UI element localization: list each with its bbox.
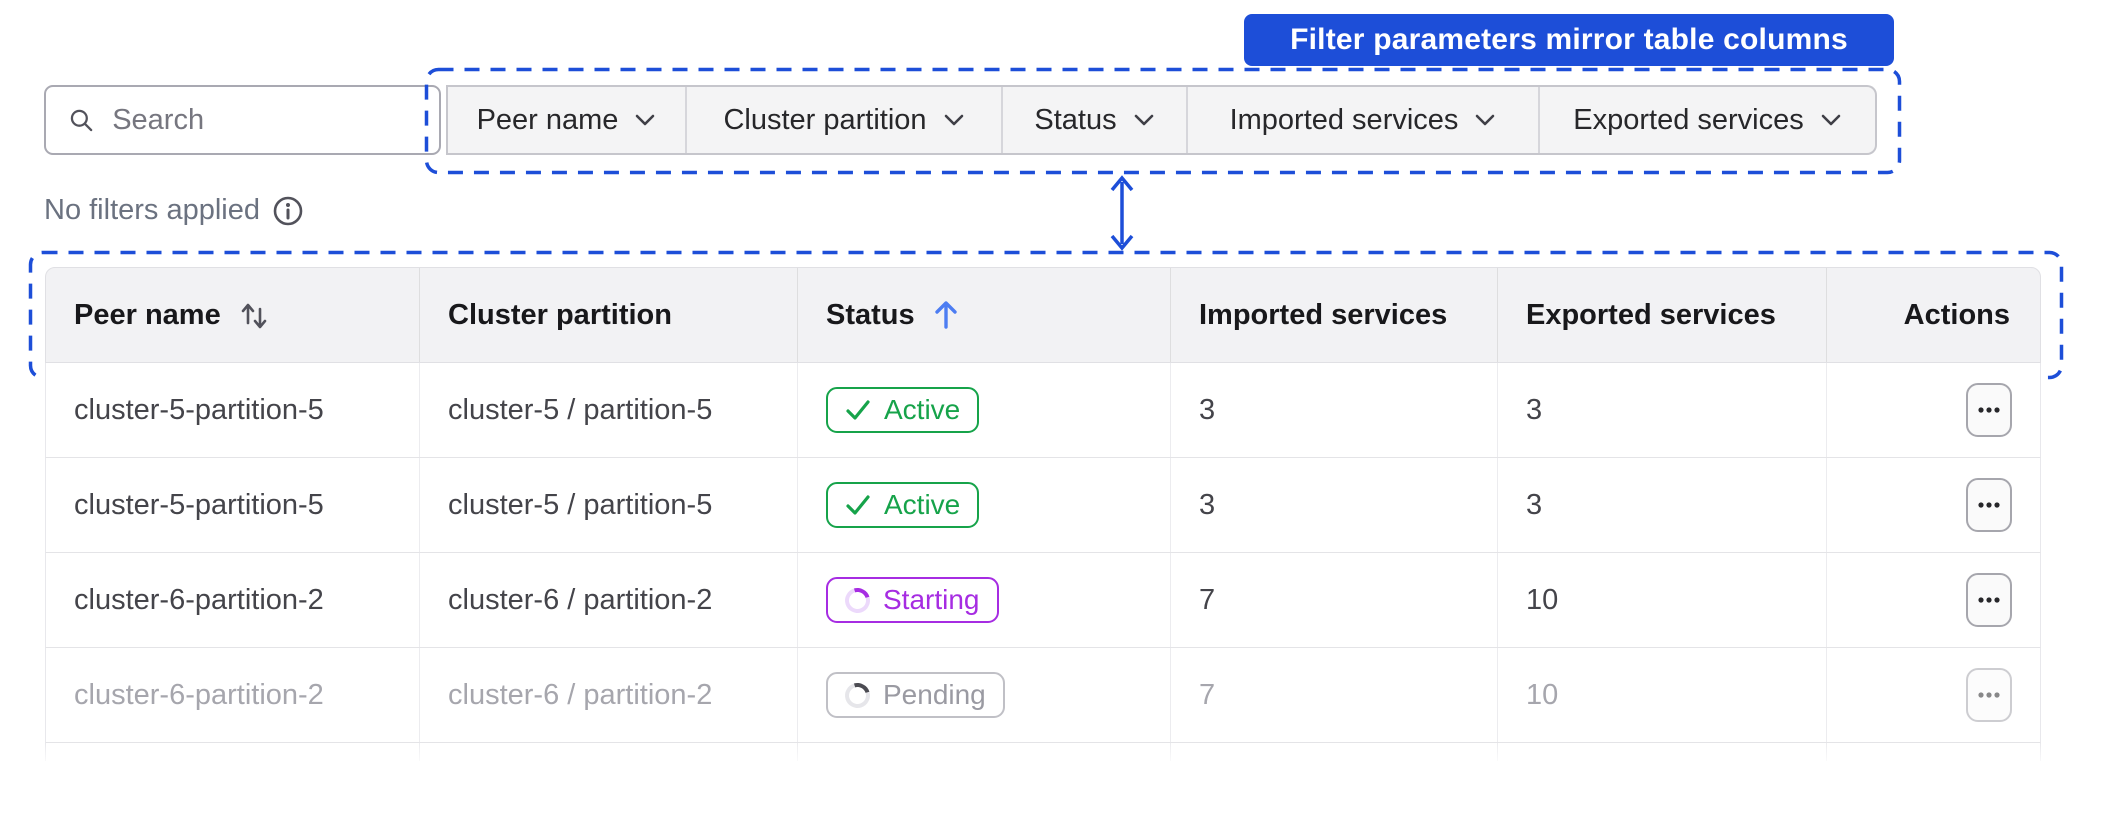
cell-exported-services: 10: [1497, 553, 1826, 647]
spinner-icon: [840, 678, 875, 712]
chevron-down-icon: [1476, 114, 1495, 126]
column-header-imported-services[interactable]: Imported services: [1170, 268, 1497, 362]
table-row[interactable]: cluster-5-partition-5 cluster-5 / partit…: [45, 363, 2041, 458]
cell-imported-services: 3: [1170, 363, 1497, 457]
spinner-icon: [840, 583, 875, 617]
filter-label: Cluster partition: [723, 103, 927, 136]
cell-status: Active: [797, 363, 1170, 457]
table-row[interactable]: cluster-5-partition-5 cluster-5 / partit…: [45, 458, 2041, 553]
filter-label: Peer name: [476, 103, 619, 136]
table-bottom-fade: [0, 743, 2118, 788]
check-icon: [846, 495, 870, 515]
cell-imported-services: 3: [1170, 458, 1497, 552]
filter-dropdown-peer-name[interactable]: Peer name: [446, 87, 685, 153]
cell-exported-services: 3: [1497, 458, 1826, 552]
cell-cluster-partition: cluster-6 / partition-2: [419, 648, 797, 742]
cell-status: Starting: [797, 553, 1170, 647]
sort-both-icon: [241, 303, 267, 329]
column-header-peer-name[interactable]: Peer name: [46, 268, 419, 362]
filter-dropdown-cluster-partition[interactable]: Cluster partition: [685, 87, 1001, 153]
ellipsis-icon: [1978, 502, 2000, 508]
filter-status: No filters applied: [44, 194, 304, 227]
cell-peer-name: cluster-6-partition-2: [74, 583, 324, 616]
table-body: cluster-5-partition-5 cluster-5 / partit…: [45, 363, 2041, 743]
column-header-exported-services[interactable]: Exported services: [1497, 268, 1826, 362]
filter-label: Imported services: [1229, 103, 1459, 136]
info-icon[interactable]: [272, 195, 304, 227]
table-row[interactable]: cluster-6-partition-2 cluster-6 / partit…: [45, 553, 2041, 648]
column-header-cluster-partition[interactable]: Cluster partition: [419, 268, 797, 362]
cell-actions: [1826, 648, 2042, 742]
chevron-down-icon: [636, 114, 655, 126]
status-badge-label: Pending: [883, 679, 986, 710]
cell-imported-services: 7: [1170, 648, 1497, 742]
search-box[interactable]: [44, 85, 441, 155]
annotation-banner: Filter parameters mirror table columns: [1244, 14, 1894, 66]
cell-cluster-partition: cluster-5 / partition-5: [419, 458, 797, 552]
peers-table: Peer name Cluster partition Status Impor…: [45, 267, 2041, 761]
cell-peer-name: cluster-5-partition-5: [74, 393, 324, 426]
column-header-label: Status: [826, 298, 915, 331]
filter-dropdown-exported-services[interactable]: Exported services: [1538, 87, 1875, 153]
cell-exported-services: 10: [1497, 648, 1826, 742]
annotation-banner-label: Filter parameters mirror table columns: [1290, 23, 1848, 56]
cell-status: Pending: [797, 648, 1170, 742]
chevron-down-icon: [1821, 114, 1841, 126]
filter-group: Peer name Cluster partition Status Impor…: [446, 85, 1877, 155]
cell-status: Active: [797, 458, 1170, 552]
filter-dropdown-imported-services[interactable]: Imported services: [1186, 87, 1538, 153]
status-badge-label: Starting: [883, 584, 980, 615]
column-header-label: Cluster partition: [448, 298, 672, 331]
annotation-arrow-icon: [1110, 175, 1134, 251]
table-row[interactable]: cluster-6-partition-2 cluster-6 / partit…: [45, 648, 2041, 743]
search-icon: [70, 109, 93, 132]
cell-cluster-partition: cluster-5 / partition-5: [419, 363, 797, 457]
cell-peer-name: cluster-6-partition-2: [74, 678, 324, 711]
column-header-status[interactable]: Status: [797, 268, 1170, 362]
cell-actions: [1826, 458, 2042, 552]
ellipsis-icon: [1978, 407, 2000, 413]
column-header-label: Actions: [1903, 298, 2010, 331]
search-input[interactable]: [112, 103, 417, 137]
table-header-row: Peer name Cluster partition Status Impor…: [45, 267, 2041, 363]
column-header-label: Peer name: [74, 298, 221, 331]
row-actions-menu-button[interactable]: [1966, 668, 2012, 722]
column-header-label: Imported services: [1199, 298, 1448, 331]
filter-label: Exported services: [1573, 103, 1804, 136]
cell-imported-services: 7: [1170, 553, 1497, 647]
row-actions-menu-button[interactable]: [1966, 383, 2012, 437]
status-badge-label: Active: [884, 489, 961, 520]
sort-ascending-icon: [934, 301, 957, 329]
ellipsis-icon: [1978, 597, 2000, 603]
column-header-actions: Actions: [1826, 268, 2042, 362]
row-actions-menu-button[interactable]: [1966, 573, 2012, 627]
cell-actions: [1826, 363, 2042, 457]
status-badge: Active: [826, 482, 980, 528]
status-badge: Starting: [826, 577, 999, 623]
cell-cluster-partition: cluster-6 / partition-2: [419, 553, 797, 647]
filter-status-label: No filters applied: [44, 194, 260, 226]
status-badge: Pending: [826, 672, 1005, 718]
row-actions-menu-button[interactable]: [1966, 478, 2012, 532]
cell-exported-services: 3: [1497, 363, 1826, 457]
filter-label: Status: [1034, 103, 1117, 136]
status-badge-label: Active: [884, 394, 961, 425]
cell-actions: [1826, 553, 2042, 647]
chevron-down-icon: [944, 114, 963, 126]
column-header-label: Exported services: [1526, 298, 1776, 331]
cell-peer-name: cluster-5-partition-5: [74, 488, 324, 521]
filter-dropdown-status[interactable]: Status: [1001, 87, 1186, 153]
chevron-down-icon: [1134, 114, 1153, 126]
check-icon: [846, 400, 870, 420]
ellipsis-icon: [1978, 692, 2000, 698]
status-badge: Active: [826, 387, 980, 433]
